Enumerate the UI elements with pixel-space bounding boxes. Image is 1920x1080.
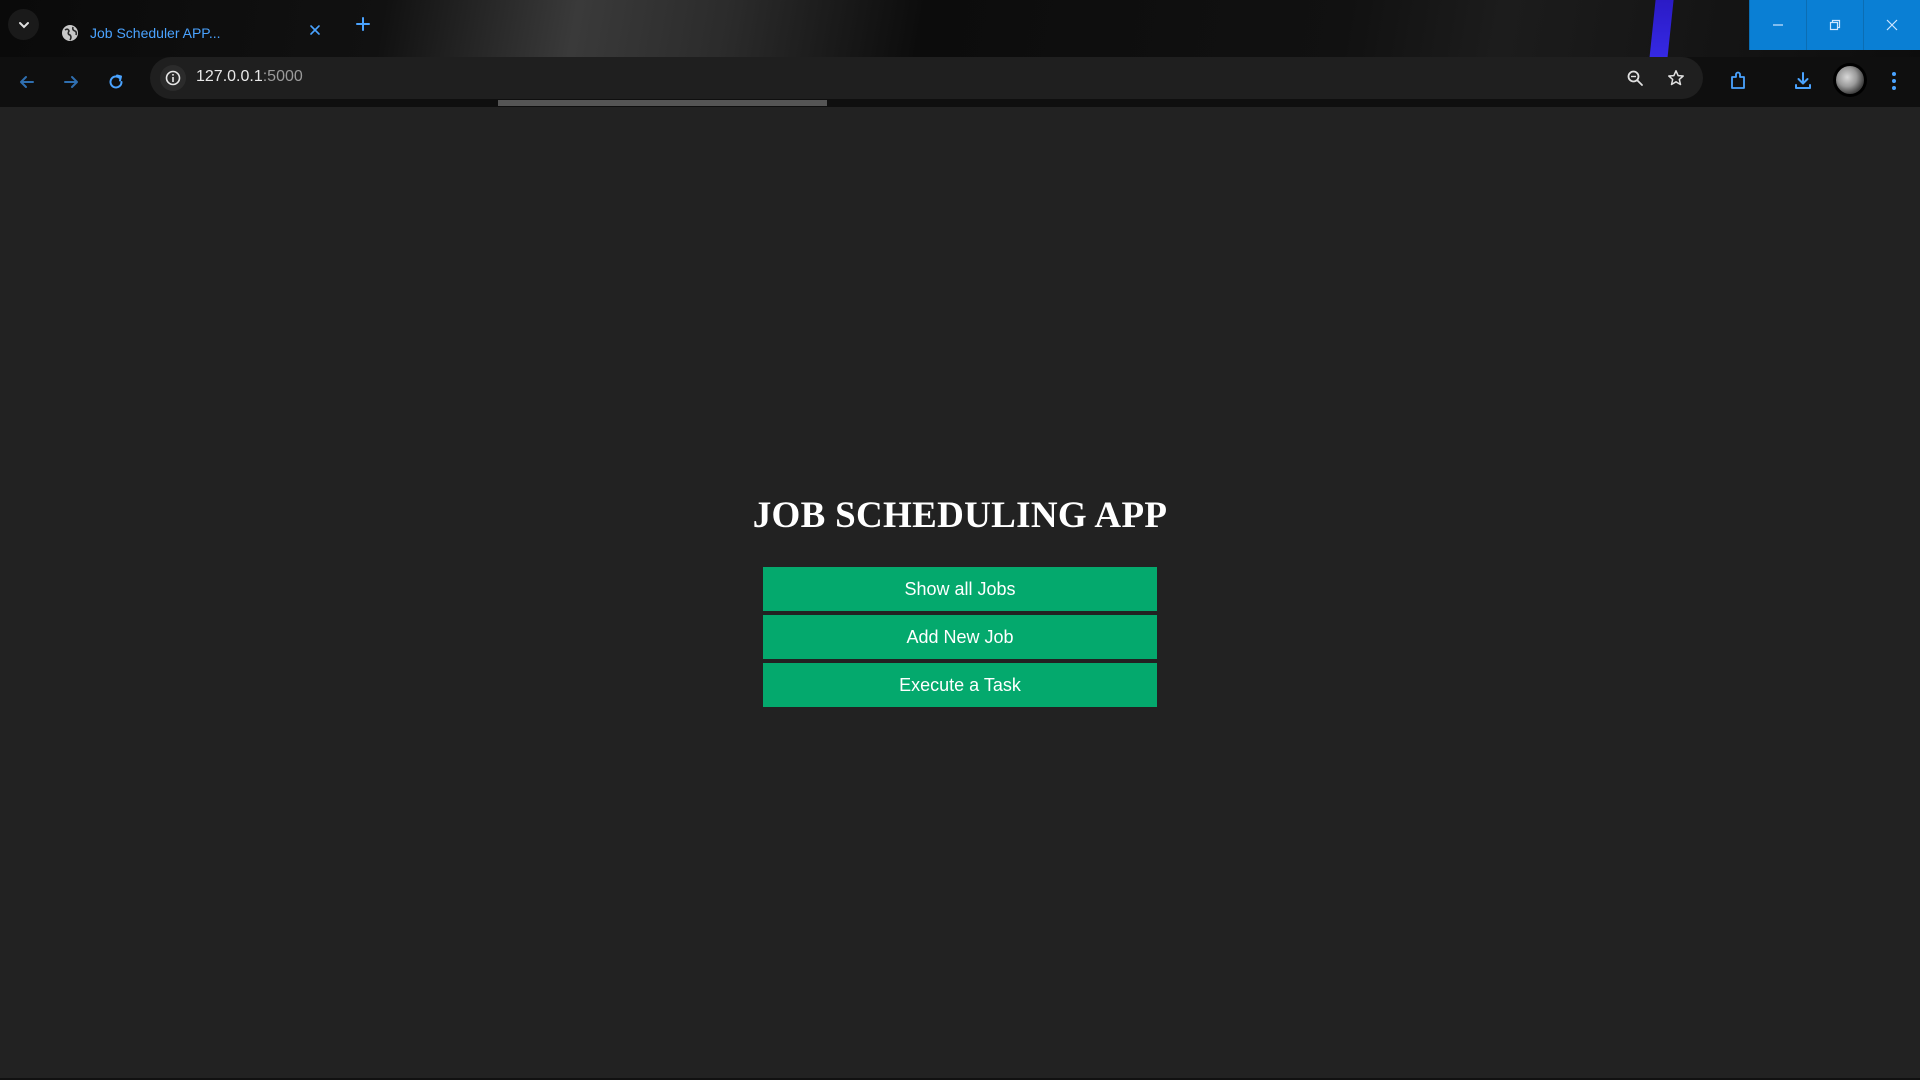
back-button[interactable] bbox=[11, 66, 43, 98]
globe-icon bbox=[60, 23, 80, 43]
new-tab-button[interactable] bbox=[350, 11, 376, 37]
close-icon bbox=[1886, 19, 1898, 31]
avatar[interactable] bbox=[1833, 63, 1867, 97]
window-close-button[interactable] bbox=[1863, 0, 1920, 50]
tab-close-button[interactable] bbox=[306, 21, 324, 39]
url-host: 127.0.0.1 bbox=[196, 68, 263, 85]
url-port: :5000 bbox=[262, 68, 303, 85]
download-icon bbox=[1795, 72, 1811, 89]
page-content: JOB SCHEDULING APP Show all Jobs Add New… bbox=[0, 107, 1920, 1080]
arrow-right-icon bbox=[64, 76, 78, 88]
browser-tab[interactable]: Job Scheduler APP... bbox=[50, 8, 340, 57]
reload-icon bbox=[109, 74, 123, 89]
page-title: JOB SCHEDULING APP bbox=[752, 495, 1168, 536]
minimize-icon bbox=[1773, 24, 1783, 26]
extensions-icon bbox=[1731, 71, 1745, 89]
tab-title: Job Scheduler APP... bbox=[90, 24, 221, 41]
close-icon bbox=[310, 25, 320, 35]
tab-search-button[interactable] bbox=[8, 9, 39, 40]
execute-task-button[interactable]: Execute a Task bbox=[763, 663, 1157, 707]
show-all-jobs-button[interactable]: Show all Jobs bbox=[763, 567, 1157, 611]
more-vert-icon bbox=[1892, 72, 1896, 90]
zoom-icon[interactable] bbox=[1622, 65, 1648, 91]
restore-button[interactable] bbox=[1806, 0, 1863, 50]
extensions-button[interactable] bbox=[1722, 65, 1754, 97]
chevron-down-icon bbox=[18, 21, 29, 28]
star-icon[interactable] bbox=[1663, 65, 1689, 91]
address-bar[interactable]: 127.0.0.1:5000 bbox=[150, 57, 1703, 99]
browser-titlebar: Job Scheduler APP... bbox=[0, 0, 1920, 106]
info-icon[interactable] bbox=[160, 65, 186, 91]
window-controls bbox=[1749, 0, 1920, 50]
more-menu-button[interactable] bbox=[1878, 65, 1910, 97]
restore-icon bbox=[1829, 19, 1841, 31]
forward-button[interactable] bbox=[55, 66, 87, 98]
main-menu: Show all Jobs Add New Job Execute a Task bbox=[763, 567, 1157, 711]
browser-toolbar: 127.0.0.1:5000 bbox=[0, 57, 1920, 107]
plus-icon bbox=[356, 17, 370, 31]
reload-button[interactable] bbox=[100, 66, 132, 98]
url-text[interactable]: 127.0.0.1:5000 bbox=[196, 68, 303, 86]
add-new-job-button[interactable]: Add New Job bbox=[763, 615, 1157, 659]
arrow-left-icon bbox=[20, 76, 34, 88]
minimize-button[interactable] bbox=[1749, 0, 1806, 50]
page-load-indicator bbox=[498, 100, 827, 106]
download-button[interactable] bbox=[1787, 65, 1819, 97]
